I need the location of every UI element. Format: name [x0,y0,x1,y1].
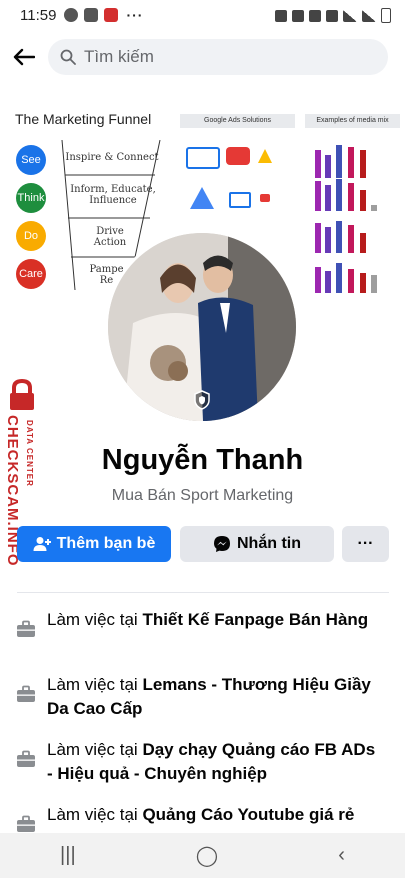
home-button[interactable]: ◯ [196,843,218,868]
funnel-title: The Marketing Funnel [15,111,152,127]
top-bar: Tìm kiếm [0,35,405,79]
arrow-left-icon [13,48,35,66]
media-bar [348,225,354,253]
stage-care: Care [16,259,46,289]
more-options-button[interactable]: ··· [342,526,389,562]
media-bar [348,147,354,178]
media-bar [360,190,366,211]
briefcase-icon [17,815,35,832]
status-bar: 11:59 ··· [0,0,405,30]
alarm-icon [275,9,287,22]
back-button[interactable] [2,35,46,79]
media-bar [336,179,342,211]
stage-see: See [16,145,46,175]
system-back-button[interactable]: ‹ [338,844,345,867]
search-icon [60,49,76,65]
profile-subtitle: Mua Bán Sport Marketing [111,487,294,504]
stage-text-do: Drive Action [93,226,127,248]
news-icon [84,8,99,22]
signal-icon [343,9,357,22]
media-bar [336,145,342,178]
recents-button[interactable]: ||| [60,844,76,867]
profile-guard-shield-icon [194,390,210,410]
profile-avatar[interactable] [105,230,299,424]
lock-icon [10,378,34,410]
briefcase-icon [17,620,35,637]
google-ads-large-icon [190,187,214,209]
messenger-icon [64,8,79,22]
youtube-icon [226,147,250,165]
work-text: Làm việc tại Dạy chạy Quảng cáo FB ADs -… [47,740,376,783]
media-bar [315,150,321,178]
divider [17,592,389,593]
work-text: Làm việc tại Quảng Cáo Youtube giá rẻ [47,805,355,824]
clock: 11:59 [20,6,57,24]
briefcase-icon [17,685,35,702]
search-input[interactable]: Tìm kiếm [48,39,388,75]
media-bar [371,205,377,211]
media-bar [325,271,331,293]
google-ads-title: Google Ads Solutions [180,114,295,128]
media-bar [360,150,366,178]
work-text: Làm việc tại Lemans - Thương Hiệu Giầy D… [47,675,371,718]
gdn-icon [186,147,220,169]
briefcase-icon [17,750,35,767]
media-bar [315,181,321,211]
message-button[interactable]: Nhắn tin [180,526,334,562]
messenger-icon [214,536,230,552]
more-notifications-icon: ··· [126,7,144,23]
media-bar [325,155,331,178]
media-bar [325,227,331,253]
stage-text-see: Inspire & Connect [65,152,159,163]
media-bar [325,185,331,211]
stage-text-think: Inform, Educate, Influence [70,184,156,206]
work-text: Làm việc tại Thiết Kế Fanpage Bán Hàng [47,610,369,629]
mute-icon [309,9,321,22]
media-bar [315,223,321,253]
stage-think: Think [16,183,46,213]
bluetooth-icon [292,9,304,22]
profile-name: Nguyễn Thanh [101,444,304,476]
media-bar [348,269,354,293]
system-nav-bar: ||| ◯ ‹ [0,833,405,878]
media-bar [336,221,342,253]
google-ads-icon [258,149,272,163]
media-bar [336,263,342,293]
media-mix-title: Examples of media mix [305,114,400,128]
wifi-icon [326,9,338,22]
add-friend-button[interactable]: Thêm bạn bè [17,526,171,562]
media-bar [360,273,366,293]
app-v-icon [104,8,119,22]
signal-2-icon [362,9,376,22]
media-bar [348,183,354,211]
youtube-small-icon [260,194,270,202]
message-label: Nhắn tin [237,535,301,552]
gdn-small-icon [229,192,251,208]
media-bar [360,233,366,253]
add-friend-icon [33,537,51,551]
battery-icon [381,8,391,23]
add-friend-label: Thêm bạn bè [56,535,156,552]
search-placeholder: Tìm kiếm [84,47,154,66]
media-bar [371,275,377,293]
stage-do: Do [16,221,46,251]
media-bar [315,267,321,293]
more-options-icon: ··· [357,535,374,552]
